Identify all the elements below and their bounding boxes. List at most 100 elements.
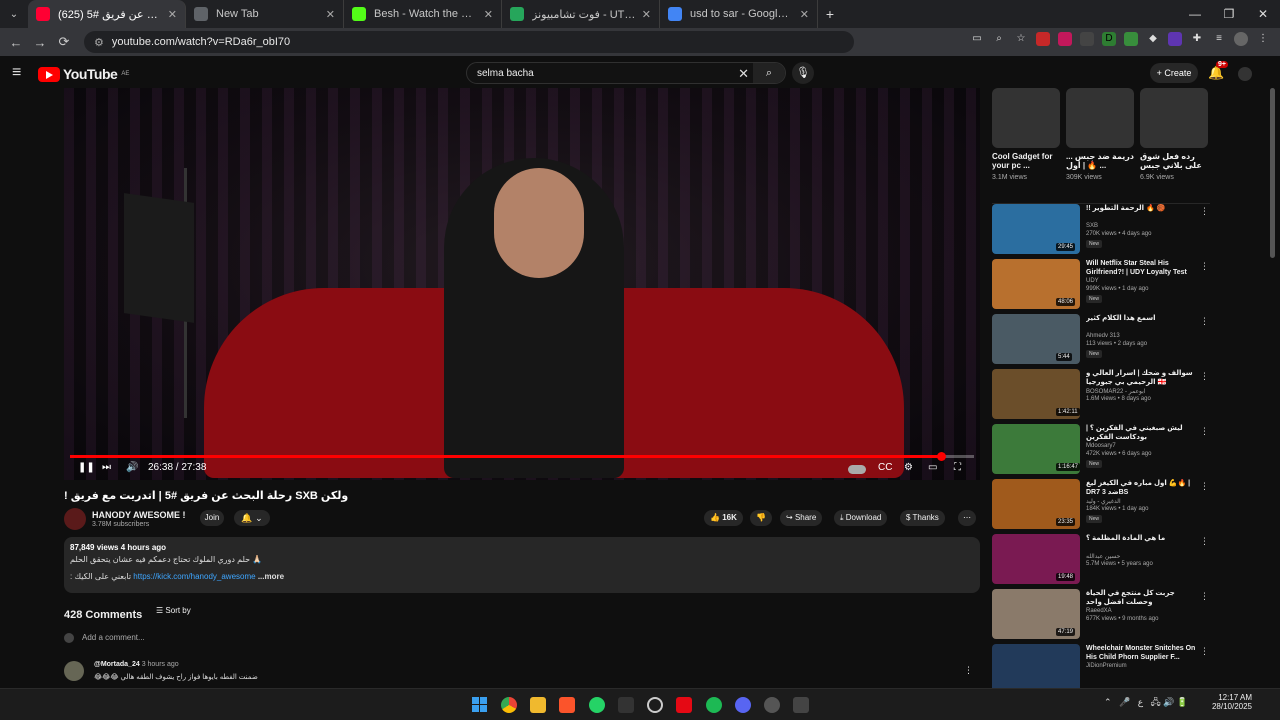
video-menu-icon[interactable]: ⋮ [1200,426,1209,437]
short-thumbnail[interactable] [1140,88,1208,148]
taskbar-clock[interactable]: 12:17 AM 28/10/2025 [1208,693,1252,711]
forward-button[interactable]: → [28,35,52,50]
extension-eye-icon[interactable] [1168,32,1182,46]
chrome-taskbar-icon[interactable] [501,697,517,713]
sort-button[interactable]: ☰ Sort by [156,606,191,615]
video-channel[interactable]: UDY [1086,278,1099,284]
video-channel[interactable]: Mdoosary7 [1086,443,1116,449]
thanks-button[interactable]: $ Thanks [900,510,945,526]
video-title[interactable]: سوالف و ضحك | اسرار العالي و الرحيمي بي … [1086,369,1198,387]
minimize-button[interactable]: — [1178,0,1212,28]
video-menu-icon[interactable]: ⋮ [1200,261,1209,272]
extension-pink-icon[interactable] [1058,32,1072,46]
extension-diamond-icon[interactable]: ◆ [1146,32,1160,46]
close-window-button[interactable]: ✕ [1246,0,1280,28]
video-menu-icon[interactable]: ⋮ [1200,646,1209,657]
zoom-icon[interactable]: ⌕ [992,32,1006,46]
add-comment-field[interactable]: Add a comment... [64,633,145,643]
cast-icon[interactable]: ▭ [970,32,984,46]
app-circle-icon[interactable] [647,697,663,713]
video-title[interactable]: اسمع هذا الكلام كثير [1086,314,1198,332]
video-title[interactable]: ما هي المادة المظلمة ؟ [1086,534,1198,552]
browser-tab[interactable]: فوت تشامبيونز - UTTCOINS ✕ [502,0,660,28]
system-tray[interactable]: ⌃ 🎤 ع 🖧 🔊 🔋 [1104,695,1188,711]
video-menu-icon[interactable]: ⋮ [1200,536,1209,547]
spotify-icon[interactable] [706,697,722,713]
reload-button[interactable]: ⟳ [52,34,76,50]
recommended-video[interactable]: 1:16:47 ليش صبغيني في الفكرين ؟ | بودكاست… [992,424,1210,476]
voice-search-icon[interactable]: 🎙 [792,62,814,84]
back-button[interactable]: ← [4,35,28,50]
app-g-icon[interactable] [618,697,634,713]
extension-shield-icon[interactable] [1124,32,1138,46]
short-title[interactable]: دريمة ضد جبس ... 🔥 | أول ... [1066,152,1134,174]
volume-icon[interactable]: 🔊 [126,462,138,473]
clear-search-icon[interactable]: ✕ [738,66,749,82]
video-channel[interactable]: حسين عبدالله [1086,553,1120,560]
fullscreen-icon[interactable]: ⛶ [954,462,961,473]
short-thumbnail[interactable] [1066,88,1134,148]
settings-icon[interactable]: ⚙ [904,462,913,473]
channel-avatar[interactable] [64,508,86,530]
create-button[interactable]: + Create [1150,63,1198,83]
brave-icon[interactable] [559,697,575,713]
dislike-button[interactable]: 👎 [750,510,772,526]
video-channel[interactable]: JiDionPremium [1086,663,1127,669]
download-button[interactable]: ⤓ Download [834,510,888,526]
commenter-avatar[interactable] [64,661,84,681]
search-icon[interactable]: ⌕ [753,63,785,83]
more-actions-button[interactable]: ⋯ [958,510,976,526]
short-item[interactable]: Cool Gadget for your pc ... 3.1M views [992,88,1060,181]
browser-tab[interactable]: رحلة البحث عن فريق #5 (625) ✕ [28,0,186,28]
close-tab-icon[interactable]: ✕ [168,8,177,21]
recommended-video[interactable]: 47:19 جربت كل منتجع في الحياة وحصلت افضل … [992,589,1210,641]
url-field[interactable]: ⚙ youtube.com/watch?v=RDa6r_obI70 [84,31,854,53]
pause-icon[interactable]: ❚❚ [78,462,95,473]
join-button[interactable]: Join [200,510,224,526]
page-scrollbar[interactable] [1270,88,1275,258]
input-language[interactable]: ع [1138,697,1143,707]
site-info-icon[interactable]: ⚙ [94,36,104,49]
close-tab-icon[interactable]: ✕ [484,8,493,21]
comment-menu-icon[interactable]: ⋮ [964,665,973,676]
video-channel[interactable]: Ahmedv 313 [1086,333,1120,339]
bookmark-star-icon[interactable]: ☆ [1014,32,1028,46]
profile-icon[interactable] [1234,32,1248,46]
whatsapp-icon[interactable] [589,697,605,713]
video-title[interactable]: اول مباره في الكيغز ليغ 💪🔥 | DR7 ضد 3BS [1086,479,1198,497]
video-channel[interactable]: SXB [1086,223,1098,229]
more-button[interactable]: ...more [258,572,284,581]
captions-icon[interactable]: CC [878,462,892,473]
start-button[interactable] [472,697,488,713]
new-tab-button[interactable]: + [818,6,842,22]
steam-icon[interactable] [764,697,780,713]
close-tab-icon[interactable]: ✕ [642,8,651,21]
notifications-bell-icon[interactable]: 🔔 9+ [1208,61,1228,81]
next-icon[interactable]: ⏭ [102,462,111,473]
video-menu-icon[interactable]: ⋮ [1200,591,1209,602]
account-avatar[interactable] [1238,67,1252,81]
video-title[interactable]: !! الرحمة التطوير 🔥 🏀 [1086,204,1198,222]
video-player[interactable]: ❚❚ ⏭ 🔊 26:38 / 27:38 CC ⚙ ▭ ⛶ [64,88,980,480]
description-box[interactable]: 87,849 views 4 hours ago حلم دوري الملوك… [64,537,980,593]
recommended-video[interactable]: 48:06 Will Netflix Star Steal His Girlfri… [992,259,1210,311]
extension-grid-icon[interactable] [1080,32,1094,46]
video-thumbnail[interactable] [992,644,1080,694]
video-menu-icon[interactable]: ⋮ [1200,481,1209,492]
netflix-icon[interactable] [676,697,692,713]
maximize-button[interactable]: ❐ [1212,0,1246,28]
search-input[interactable]: selma bacha ✕ ⌕ [466,62,786,84]
video-title[interactable]: Wheelchair Monster Snitches On His Child… [1086,644,1198,662]
video-channel[interactable]: RaeedXA [1086,608,1112,614]
video-menu-icon[interactable]: ⋮ [1200,316,1209,327]
like-button[interactable]: 👍 16K [704,510,743,526]
progress-bar[interactable] [70,452,974,461]
autoplay-toggle[interactable] [848,465,866,474]
media-controls-icon[interactable]: ≡ [1212,32,1226,46]
kick-link[interactable]: https://kick.com/hanody_awesome [133,572,255,581]
discord-icon[interactable] [735,697,751,713]
browser-tab[interactable]: Besh - Watch the VOD on Kick ✕ [344,0,502,28]
browser-tab[interactable]: New Tab ✕ [186,0,344,28]
close-tab-icon[interactable]: ✕ [326,8,335,21]
extensions-puzzle-icon[interactable]: ✚ [1190,32,1204,46]
